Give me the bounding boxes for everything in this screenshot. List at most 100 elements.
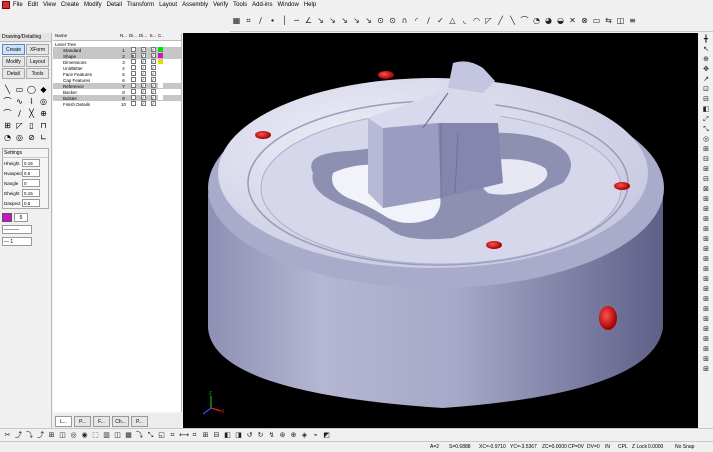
bottom-tool-11-icon[interactable]: ▦ xyxy=(124,431,133,440)
toolbar-tool-25-icon[interactable]: ◔ xyxy=(532,16,541,25)
toolbar-tool-1-icon[interactable]: ⌗ xyxy=(244,16,253,25)
display2-checkbox[interactable]: ✓ xyxy=(140,101,146,106)
create-tool-10-icon[interactable]: ╳ xyxy=(26,108,37,119)
view-tool-0-icon[interactable]: ╋ xyxy=(701,35,711,44)
bottom-tool-0-icon[interactable]: ✂ xyxy=(3,431,12,440)
bottom-tool-13-icon[interactable]: ⤡ xyxy=(146,431,155,440)
bottom-tool-24-icon[interactable]: ↯ xyxy=(267,431,276,440)
color-dropdown[interactable]: 5 xyxy=(14,213,28,222)
daspect-field[interactable]: 0.5 xyxy=(22,199,40,207)
tab-parts[interactable]: P... xyxy=(131,415,148,427)
view-tool-4-icon[interactable]: ↗ xyxy=(701,75,711,84)
status-cpl[interactable]: CPL xyxy=(618,444,628,450)
view-tool-18-icon[interactable]: ⊞ xyxy=(701,215,711,224)
create-tool-11-icon[interactable]: ⊕ xyxy=(38,108,49,119)
bottom-tool-28-icon[interactable]: ⌁ xyxy=(311,431,320,440)
bottom-tool-29-icon[interactable]: ◩ xyxy=(322,431,331,440)
toolbar-tool-26-icon[interactable]: ◕ xyxy=(544,16,553,25)
display-checkbox[interactable] xyxy=(130,47,136,52)
col-select-header[interactable]: S... xyxy=(148,33,158,40)
nvaspect-field[interactable]: 0.5 xyxy=(22,169,40,177)
level-color-swatch[interactable] xyxy=(158,89,163,94)
bottom-tool-15-icon[interactable]: ⌗ xyxy=(168,431,177,440)
toolbar-tool-24-icon[interactable]: ⌒ xyxy=(520,16,529,25)
display2-checkbox[interactable]: ✓ xyxy=(140,71,146,76)
display-checkbox[interactable] xyxy=(130,89,136,94)
view-tool-2-icon[interactable]: ⊕ xyxy=(701,55,711,64)
create-tool-17-icon[interactable]: ◎ xyxy=(14,132,25,143)
col-display2-header[interactable]: Di... xyxy=(138,33,148,40)
menu-tools[interactable]: Tools xyxy=(233,2,247,8)
view-tool-21-icon[interactable]: ⊞ xyxy=(701,245,711,254)
menu-verify[interactable]: Verify xyxy=(213,2,228,8)
display-checkbox[interactable] xyxy=(130,83,136,88)
color-swatch[interactable] xyxy=(2,213,12,222)
toolbar-tool-29-icon[interactable]: ⊗ xyxy=(580,16,589,25)
menu-assembly[interactable]: Assembly xyxy=(182,2,208,8)
toolbar-tool-6-icon[interactable]: ∠ xyxy=(304,16,313,25)
toolbar-tool-30-icon[interactable]: ▭ xyxy=(592,16,601,25)
bottom-tool-3-icon[interactable]: ⤴ xyxy=(36,431,45,440)
tab-layout[interactable]: Layout xyxy=(26,56,49,67)
display-checkbox[interactable] xyxy=(130,65,136,70)
bottom-tool-9-icon[interactable]: ▥ xyxy=(102,431,111,440)
tab-xform[interactable]: XForm xyxy=(26,44,49,55)
bottom-tool-25-icon[interactable]: ⊛ xyxy=(278,431,287,440)
level-color-swatch[interactable] xyxy=(158,53,163,58)
create-tool-15-icon[interactable]: ⊓ xyxy=(38,120,49,131)
menu-help[interactable]: Help xyxy=(304,2,316,8)
level-color-swatch[interactable] xyxy=(158,65,163,70)
bottom-tool-19-icon[interactable]: ⊟ xyxy=(212,431,221,440)
col-number-header[interactable]: N... xyxy=(119,33,128,40)
app-icon[interactable] xyxy=(2,1,10,9)
status-units[interactable]: IN xyxy=(605,444,610,450)
view-tool-17-icon[interactable]: ⊞ xyxy=(701,205,711,214)
view-tool-26-icon[interactable]: ⊞ xyxy=(701,295,711,304)
display2-checkbox[interactable]: ✓ xyxy=(140,95,146,100)
view-tool-15-icon[interactable]: ⊠ xyxy=(701,185,711,194)
toolbar-tool-15-icon[interactable]: ◜ xyxy=(412,16,421,25)
select-checkbox[interactable]: ✓ xyxy=(150,65,156,70)
dheight-field[interactable]: 0.15 xyxy=(22,189,40,197)
create-tool-6-icon[interactable]: ⌇ xyxy=(26,96,37,107)
view-tool-30-icon[interactable]: ⊞ xyxy=(701,335,711,344)
menu-add-ins[interactable]: Add-ins xyxy=(252,2,272,8)
toolbar-tool-4-icon[interactable]: │ xyxy=(280,16,289,25)
tab-files[interactable]: F... xyxy=(93,415,110,427)
toolbar-tool-33-icon[interactable]: ≡ xyxy=(628,16,637,25)
view-tool-22-icon[interactable]: ⊞ xyxy=(701,255,711,264)
level-row[interactable]: Finish Details 10 ✓ ✓ xyxy=(53,101,181,107)
view-tool-10-icon[interactable]: ◎ xyxy=(701,135,711,144)
toolbar-tool-0-icon[interactable]: ▦ xyxy=(232,16,241,25)
create-tool-8-icon[interactable]: ⌒ xyxy=(2,108,13,119)
view-tool-33-icon[interactable]: ⊞ xyxy=(701,365,711,374)
bottom-tool-2-icon[interactable]: ⤵ xyxy=(25,431,34,440)
toolbar-tool-11-icon[interactable]: ↘ xyxy=(364,16,373,25)
create-tool-16-icon[interactable]: ◔ xyxy=(2,132,13,143)
bottom-tool-27-icon[interactable]: ◈ xyxy=(300,431,309,440)
level-color-swatch[interactable] xyxy=(158,83,163,88)
toolbar-tool-5-icon[interactable]: ─ xyxy=(292,16,301,25)
bottom-tool-16-icon[interactable]: ⟷ xyxy=(179,431,189,440)
toolbar-tool-17-icon[interactable]: ✓ xyxy=(436,16,445,25)
view-tool-6-icon[interactable]: ⊟ xyxy=(701,95,711,104)
display2-checkbox[interactable]: ✓ xyxy=(140,59,146,64)
tab-modify[interactable]: Modify xyxy=(2,56,25,67)
toolbar-tool-7-icon[interactable]: ↘ xyxy=(316,16,325,25)
view-tool-13-icon[interactable]: ⊞ xyxy=(701,165,711,174)
display-checkbox[interactable] xyxy=(130,77,136,82)
toolbar-tool-13-icon[interactable]: ⊙ xyxy=(388,16,397,25)
toolbar-tool-10-icon[interactable]: ↘ xyxy=(352,16,361,25)
view-tool-9-icon[interactable]: ⤡ xyxy=(701,125,711,134)
create-tool-12-icon[interactable]: ⊞ xyxy=(2,120,13,131)
menu-create[interactable]: Create xyxy=(61,2,79,8)
toolbar-tool-27-icon[interactable]: ◒ xyxy=(556,16,565,25)
create-tool-3-icon[interactable]: ◆ xyxy=(38,84,49,95)
toolbar-tool-19-icon[interactable]: ◟ xyxy=(460,16,469,25)
select-checkbox[interactable]: ✓ xyxy=(150,89,156,94)
view-tool-19-icon[interactable]: ⊞ xyxy=(701,225,711,234)
bottom-tool-18-icon[interactable]: ⊞ xyxy=(201,431,210,440)
create-tool-1-icon[interactable]: ▭ xyxy=(14,84,25,95)
bottom-tool-5-icon[interactable]: ◫ xyxy=(58,431,67,440)
view-tool-5-icon[interactable]: ⊡ xyxy=(701,85,711,94)
